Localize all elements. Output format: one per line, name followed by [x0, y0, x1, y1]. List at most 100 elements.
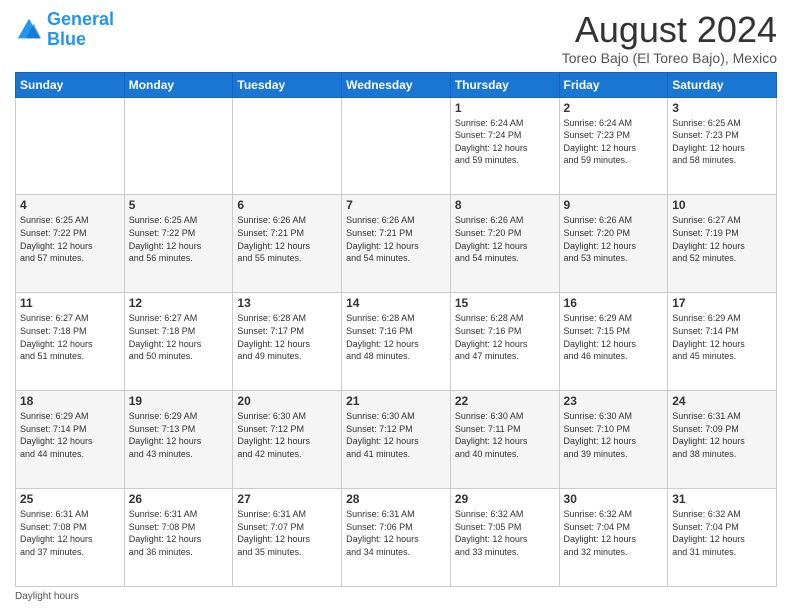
day-info: Sunrise: 6:31 AM Sunset: 7:06 PM Dayligh…: [346, 508, 446, 558]
day-cell: [124, 97, 233, 195]
subtitle: Toreo Bajo (El Toreo Bajo), Mexico: [562, 50, 777, 66]
footer-note: Daylight hours: [15, 591, 777, 602]
day-info: Sunrise: 6:31 AM Sunset: 7:09 PM Dayligh…: [672, 410, 772, 460]
day-cell: [16, 97, 125, 195]
day-number: 28: [346, 492, 446, 506]
day-number: 24: [672, 394, 772, 408]
day-cell: 10Sunrise: 6:27 AM Sunset: 7:19 PM Dayli…: [668, 195, 777, 293]
day-info: Sunrise: 6:32 AM Sunset: 7:04 PM Dayligh…: [672, 508, 772, 558]
day-number: 20: [237, 394, 337, 408]
header-thursday: Thursday: [450, 72, 559, 97]
day-cell: 5 Sunrise: 6:25 AM Sunset: 7:22 PM Daylig…: [124, 195, 233, 293]
calendar-table: SundayMondayTuesdayWednesdayThursdayFrid…: [15, 72, 777, 587]
day-cell: 13 Sunrise: 6:28 AM Sunset: 7:17 PM Dayli…: [233, 293, 342, 391]
day-number: 13: [237, 296, 337, 310]
day-cell: 30Sunrise: 6:32 AM Sunset: 7:04 PM Dayli…: [559, 489, 668, 587]
title-block: August 2024 Toreo Bajo (El Toreo Bajo), …: [562, 10, 777, 66]
day-info: Sunrise: 6:31 AM Sunset: 7:08 PM Dayligh…: [20, 508, 120, 558]
day-cell: 9 Sunrise: 6:26 AM Sunset: 7:20 PM Daylig…: [559, 195, 668, 293]
day-cell: [233, 97, 342, 195]
day-cell: 3 Sunrise: 6:25 AM Sunset: 7:23 PM Daylig…: [668, 97, 777, 195]
logo: General Blue: [15, 10, 114, 50]
day-number: 9: [564, 198, 664, 212]
week-row-3: 11 Sunrise: 6:27 AM Sunset: 7:18 PM Dayli…: [16, 293, 777, 391]
day-number: 19: [129, 394, 229, 408]
day-info: Sunrise: 6:30 AM Sunset: 7:12 PM Dayligh…: [237, 410, 337, 460]
day-info: Sunrise: 6:29 AM Sunset: 7:14 PM Dayligh…: [20, 410, 120, 460]
header-monday: Monday: [124, 72, 233, 97]
day-info: Sunrise: 6:29 AM Sunset: 7:14 PM Dayligh…: [672, 312, 772, 362]
day-cell: 15Sunrise: 6:28 AM Sunset: 7:16 PM Dayli…: [450, 293, 559, 391]
day-number: 11: [20, 296, 120, 310]
day-info: Sunrise: 6:31 AM Sunset: 7:07 PM Dayligh…: [237, 508, 337, 558]
day-cell: 2 Sunrise: 6:24 AM Sunset: 7:23 PM Daylig…: [559, 97, 668, 195]
logo-text: General Blue: [47, 10, 114, 50]
day-number: 8: [455, 198, 555, 212]
day-number: 5: [129, 198, 229, 212]
day-cell: 21 Sunrise: 6:30 AM Sunset: 7:12 PM Dayli…: [342, 391, 451, 489]
day-info: Sunrise: 6:26 AM Sunset: 7:20 PM Dayligh…: [455, 214, 555, 264]
day-number: 23: [564, 394, 664, 408]
day-cell: 18 Sunrise: 6:29 AM Sunset: 7:14 PM Dayli…: [16, 391, 125, 489]
day-info: Sunrise: 6:24 AM Sunset: 7:24 PM Dayligh…: [455, 117, 555, 167]
day-number: 4: [20, 198, 120, 212]
week-row-1: 1Sunrise: 6:24 AM Sunset: 7:24 PM Daylig…: [16, 97, 777, 195]
day-number: 31: [672, 492, 772, 506]
week-row-2: 4 Sunrise: 6:25 AM Sunset: 7:22 PM Daylig…: [16, 195, 777, 293]
day-cell: 26 Sunrise: 6:31 AM Sunset: 7:08 PM Dayli…: [124, 489, 233, 587]
week-row-5: 25Sunrise: 6:31 AM Sunset: 7:08 PM Dayli…: [16, 489, 777, 587]
day-info: Sunrise: 6:25 AM Sunset: 7:23 PM Dayligh…: [672, 117, 772, 167]
day-cell: 6 Sunrise: 6:26 AM Sunset: 7:21 PM Daylig…: [233, 195, 342, 293]
day-info: Sunrise: 6:29 AM Sunset: 7:13 PM Dayligh…: [129, 410, 229, 460]
page: General Blue August 2024 Toreo Bajo (El …: [0, 0, 792, 612]
day-cell: 28 Sunrise: 6:31 AM Sunset: 7:06 PM Dayli…: [342, 489, 451, 587]
day-info: Sunrise: 6:25 AM Sunset: 7:22 PM Dayligh…: [129, 214, 229, 264]
header-tuesday: Tuesday: [233, 72, 342, 97]
day-info: Sunrise: 6:30 AM Sunset: 7:12 PM Dayligh…: [346, 410, 446, 460]
day-info: Sunrise: 6:25 AM Sunset: 7:22 PM Dayligh…: [20, 214, 120, 264]
header-friday: Friday: [559, 72, 668, 97]
day-info: Sunrise: 6:28 AM Sunset: 7:17 PM Dayligh…: [237, 312, 337, 362]
logo-icon: [15, 16, 43, 44]
day-cell: 19 Sunrise: 6:29 AM Sunset: 7:13 PM Dayli…: [124, 391, 233, 489]
header: General Blue August 2024 Toreo Bajo (El …: [15, 10, 777, 66]
main-title: August 2024: [562, 10, 777, 50]
day-cell: [342, 97, 451, 195]
day-cell: 14 Sunrise: 6:28 AM Sunset: 7:16 PM Dayli…: [342, 293, 451, 391]
day-cell: 1Sunrise: 6:24 AM Sunset: 7:24 PM Daylig…: [450, 97, 559, 195]
day-info: Sunrise: 6:26 AM Sunset: 7:20 PM Dayligh…: [564, 214, 664, 264]
day-number: 18: [20, 394, 120, 408]
day-number: 12: [129, 296, 229, 310]
day-number: 3: [672, 101, 772, 115]
day-info: Sunrise: 6:27 AM Sunset: 7:18 PM Dayligh…: [129, 312, 229, 362]
day-info: Sunrise: 6:31 AM Sunset: 7:08 PM Dayligh…: [129, 508, 229, 558]
day-number: 6: [237, 198, 337, 212]
day-cell: 27Sunrise: 6:31 AM Sunset: 7:07 PM Dayli…: [233, 489, 342, 587]
day-cell: 29Sunrise: 6:32 AM Sunset: 7:05 PM Dayli…: [450, 489, 559, 587]
day-number: 7: [346, 198, 446, 212]
day-cell: 25Sunrise: 6:31 AM Sunset: 7:08 PM Dayli…: [16, 489, 125, 587]
day-number: 30: [564, 492, 664, 506]
day-cell: 7 Sunrise: 6:26 AM Sunset: 7:21 PM Daylig…: [342, 195, 451, 293]
day-number: 26: [129, 492, 229, 506]
day-cell: 11Sunrise: 6:27 AM Sunset: 7:18 PM Dayli…: [16, 293, 125, 391]
day-number: 16: [564, 296, 664, 310]
day-cell: 8 Sunrise: 6:26 AM Sunset: 7:20 PM Daylig…: [450, 195, 559, 293]
calendar-header-row: SundayMondayTuesdayWednesdayThursdayFrid…: [16, 72, 777, 97]
day-info: Sunrise: 6:26 AM Sunset: 7:21 PM Dayligh…: [237, 214, 337, 264]
day-number: 17: [672, 296, 772, 310]
day-info: Sunrise: 6:24 AM Sunset: 7:23 PM Dayligh…: [564, 117, 664, 167]
day-number: 21: [346, 394, 446, 408]
day-info: Sunrise: 6:28 AM Sunset: 7:16 PM Dayligh…: [346, 312, 446, 362]
day-number: 14: [346, 296, 446, 310]
day-cell: 31 Sunrise: 6:32 AM Sunset: 7:04 PM Dayli…: [668, 489, 777, 587]
day-number: 2: [564, 101, 664, 115]
day-cell: 23Sunrise: 6:30 AM Sunset: 7:10 PM Dayli…: [559, 391, 668, 489]
day-info: Sunrise: 6:29 AM Sunset: 7:15 PM Dayligh…: [564, 312, 664, 362]
header-saturday: Saturday: [668, 72, 777, 97]
day-cell: 4 Sunrise: 6:25 AM Sunset: 7:22 PM Daylig…: [16, 195, 125, 293]
day-cell: 16 Sunrise: 6:29 AM Sunset: 7:15 PM Dayli…: [559, 293, 668, 391]
day-info: Sunrise: 6:26 AM Sunset: 7:21 PM Dayligh…: [346, 214, 446, 264]
header-sunday: Sunday: [16, 72, 125, 97]
week-row-4: 18 Sunrise: 6:29 AM Sunset: 7:14 PM Dayli…: [16, 391, 777, 489]
